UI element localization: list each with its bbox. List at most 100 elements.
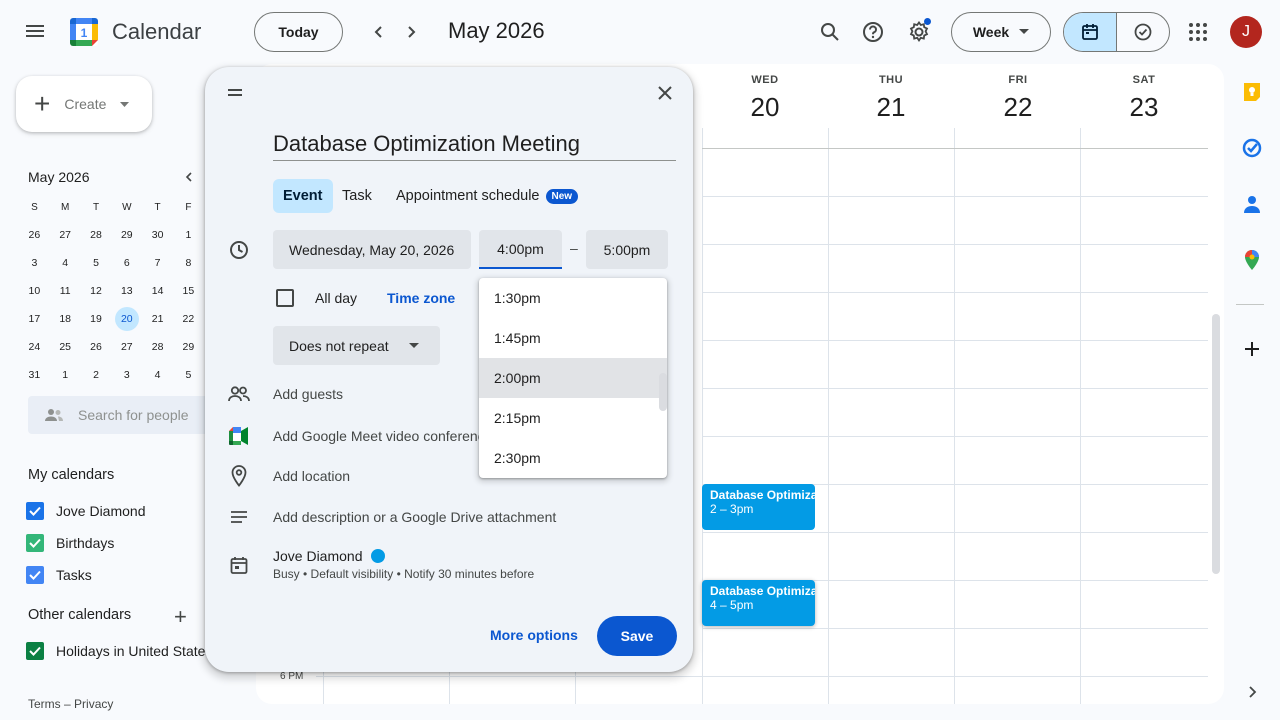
- previous-week-icon[interactable]: [367, 20, 391, 44]
- contacts-icon[interactable]: [1240, 192, 1264, 216]
- repeat-dropdown[interactable]: Does not repeat: [273, 326, 440, 365]
- calendar-list-item[interactable]: Jove Diamond: [26, 502, 146, 520]
- mini-calendar-day[interactable]: 28: [142, 333, 173, 361]
- mini-calendar-day[interactable]: 4: [50, 249, 81, 277]
- view-select-dropdown[interactable]: Week: [951, 12, 1051, 52]
- tab-appointment-schedule[interactable]: Appointment schedule New: [386, 179, 588, 213]
- drag-handle-icon[interactable]: [228, 89, 242, 99]
- event-title-input[interactable]: [273, 127, 676, 161]
- mini-calendar-day[interactable]: 30: [142, 221, 173, 249]
- help-icon[interactable]: [859, 18, 887, 46]
- mini-calendar-day[interactable]: 29: [173, 333, 204, 361]
- mini-calendar-day[interactable]: 21: [142, 305, 173, 333]
- mini-calendar-day[interactable]: 10: [19, 277, 50, 305]
- tasks-icon[interactable]: [1240, 136, 1264, 160]
- add-guests-field[interactable]: Add guests: [273, 386, 343, 402]
- tab-task[interactable]: Task: [332, 179, 382, 213]
- search-icon[interactable]: [816, 18, 844, 46]
- mini-calendar-day[interactable]: 14: [142, 277, 173, 305]
- other-calendars-title[interactable]: Other calendars: [28, 607, 131, 623]
- mini-calendar-day[interactable]: 12: [81, 277, 112, 305]
- my-calendars-title[interactable]: My calendars: [28, 467, 114, 483]
- mini-calendar-day[interactable]: 13: [111, 277, 142, 305]
- all-day-checkbox[interactable]: [276, 289, 294, 307]
- google-apps-icon[interactable]: [1186, 20, 1210, 44]
- mini-calendar-day[interactable]: 26: [81, 333, 112, 361]
- end-time-field[interactable]: 5:00pm: [586, 230, 668, 269]
- maps-icon[interactable]: [1240, 248, 1264, 272]
- add-description-field[interactable]: Add description or a Google Drive attach…: [273, 509, 556, 525]
- day-column-header[interactable]: WED 20: [702, 74, 828, 123]
- mini-calendar-day[interactable]: 4: [142, 361, 173, 389]
- start-time-field[interactable]: 4:00pm: [479, 230, 562, 269]
- search-for-people-input[interactable]: Search for people: [28, 396, 208, 434]
- grid-scrollbar[interactable]: [1212, 314, 1220, 574]
- mini-calendar-day[interactable]: 1: [50, 361, 81, 389]
- mini-calendar-day[interactable]: 19: [81, 305, 112, 333]
- mini-calendar-day[interactable]: 22: [173, 305, 204, 333]
- mini-calendar-day[interactable]: 3: [19, 249, 50, 277]
- more-options-button[interactable]: More options: [490, 627, 578, 643]
- time-zone-link[interactable]: Time zone: [387, 290, 455, 306]
- tasks-view-icon[interactable]: [1117, 13, 1169, 51]
- calendar-list-item[interactable]: Holidays in United States: [26, 642, 212, 660]
- mini-calendar-day[interactable]: 25: [50, 333, 81, 361]
- mini-calendar-day[interactable]: 6: [111, 249, 142, 277]
- account-avatar[interactable]: J: [1230, 16, 1262, 48]
- calendar-checkbox[interactable]: [26, 566, 44, 584]
- mini-calendar-day[interactable]: 5: [173, 361, 204, 389]
- event-chip[interactable]: Database Optimization Meeting 4 – 5pm: [702, 580, 815, 626]
- mini-calendar-day[interactable]: 11: [50, 277, 81, 305]
- time-option-highlighted[interactable]: 2:00pm: [479, 358, 667, 398]
- event-chip[interactable]: Database Optimization Meeting 2 – 3pm: [702, 484, 815, 530]
- mini-calendar-day[interactable]: 26: [19, 221, 50, 249]
- mini-calendar-day[interactable]: 3: [111, 361, 142, 389]
- calendar-checkbox[interactable]: [26, 642, 44, 660]
- event-date-field[interactable]: Wednesday, May 20, 2026: [273, 230, 471, 269]
- calendar-view-icon[interactable]: [1064, 13, 1117, 51]
- time-option[interactable]: 1:45pm: [479, 318, 667, 358]
- mini-calendar-day[interactable]: 8: [173, 249, 204, 277]
- add-location-field[interactable]: Add location: [273, 468, 350, 484]
- mini-calendar-day[interactable]: 17: [19, 305, 50, 333]
- mini-calendar-day[interactable]: 28: [81, 221, 112, 249]
- create-button[interactable]: + Create: [16, 76, 152, 132]
- day-column-header[interactable]: FRI 22: [955, 74, 1081, 123]
- mini-calendar-day[interactable]: 7: [142, 249, 173, 277]
- keep-icon[interactable]: [1240, 80, 1264, 104]
- time-option[interactable]: 2:30pm: [479, 438, 667, 478]
- calendar-owner[interactable]: Jove Diamond: [273, 548, 385, 564]
- time-option[interactable]: 2:15pm: [479, 398, 667, 438]
- next-week-icon[interactable]: [399, 20, 423, 44]
- today-button[interactable]: Today: [254, 12, 343, 52]
- mini-calendar-day[interactable]: 18: [50, 305, 81, 333]
- get-add-ons-plus-icon[interactable]: [1240, 337, 1264, 361]
- terms-link[interactable]: Terms: [28, 697, 61, 711]
- mini-calendar-day[interactable]: 5: [81, 249, 112, 277]
- mini-calendar-day[interactable]: 15: [173, 277, 204, 305]
- mini-calendar-day[interactable]: 20: [111, 305, 142, 333]
- mini-calendar-day[interactable]: 31: [19, 361, 50, 389]
- mini-calendar-day[interactable]: 24: [19, 333, 50, 361]
- save-button[interactable]: Save: [597, 616, 677, 656]
- privacy-link[interactable]: Privacy: [74, 697, 113, 711]
- add-other-calendar-icon[interactable]: +: [174, 604, 187, 630]
- mini-calendar-day[interactable]: 2: [81, 361, 112, 389]
- calendar-checkbox[interactable]: [26, 534, 44, 552]
- calendar-list-item[interactable]: Tasks: [26, 566, 92, 584]
- dropdown-scrollbar[interactable]: [659, 373, 667, 411]
- add-google-meet-button[interactable]: Add Google Meet video conferencing: [273, 428, 479, 444]
- mini-calendar-prev-icon[interactable]: [180, 168, 198, 186]
- calendar-checkbox[interactable]: [26, 502, 44, 520]
- mini-calendar-day[interactable]: 1: [173, 221, 204, 249]
- main-menu-icon[interactable]: [24, 22, 46, 42]
- close-icon[interactable]: [653, 81, 677, 105]
- tab-event[interactable]: Event: [273, 179, 333, 213]
- calendar-list-item[interactable]: Birthdays: [26, 534, 114, 552]
- mini-calendar-day[interactable]: 27: [50, 221, 81, 249]
- settings-gear-icon[interactable]: [905, 18, 933, 46]
- day-column-header[interactable]: THU 21: [828, 74, 954, 123]
- expand-side-panel-icon[interactable]: [1240, 680, 1264, 704]
- time-option[interactable]: 1:30pm: [479, 278, 667, 318]
- mini-calendar-day[interactable]: 27: [111, 333, 142, 361]
